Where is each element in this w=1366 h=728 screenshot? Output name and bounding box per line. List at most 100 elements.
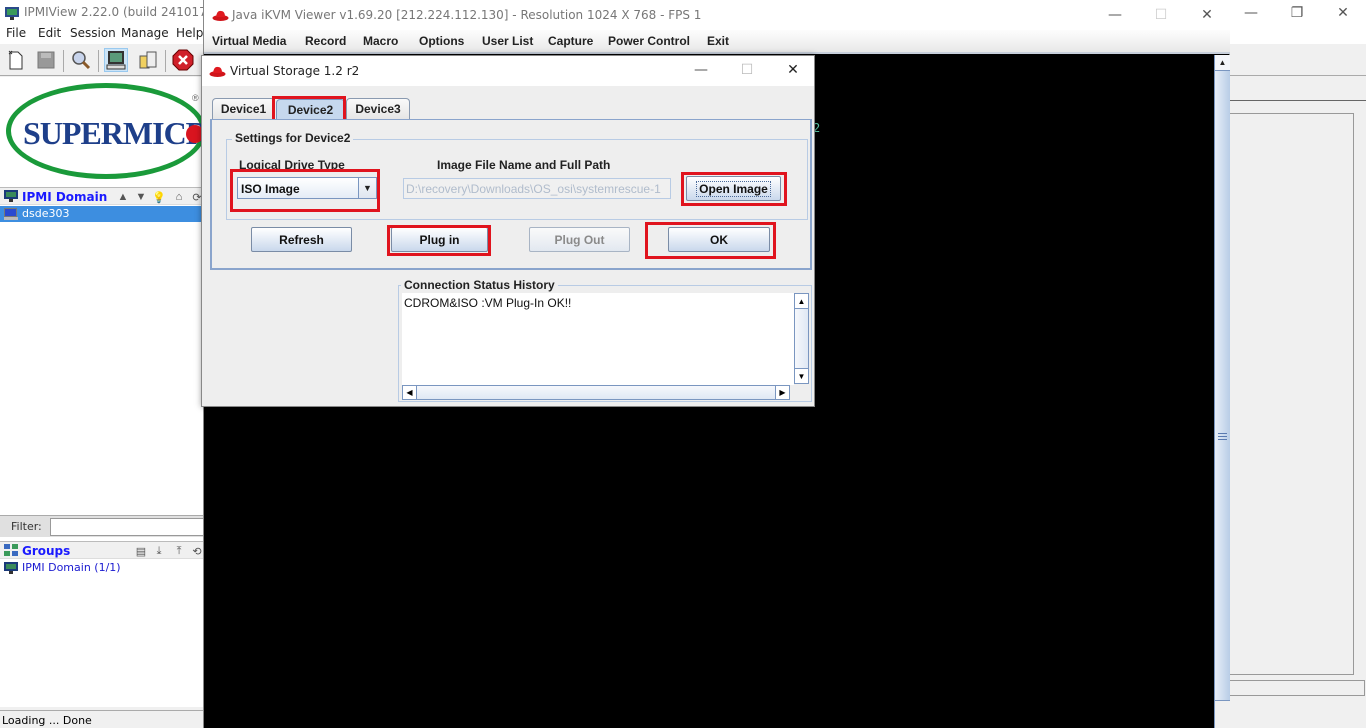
- menu-virtual-media[interactable]: Virtual Media: [212, 34, 286, 48]
- menu-macro[interactable]: Macro: [363, 34, 398, 48]
- plug-in-button[interactable]: Plug in: [391, 227, 488, 252]
- vs-minimize-button[interactable]: —: [678, 57, 724, 83]
- left-panel: SUPERMICR ® IPMI Domain ▲ ▼ 💡 ⌂ ⟳ dsde30…: [0, 77, 204, 707]
- tree-item-label: dsde303: [22, 207, 70, 220]
- registered-mark: ®: [192, 93, 199, 103]
- ikvm-maximize-button[interactable]: ☐: [1138, 2, 1184, 28]
- menu-exit[interactable]: Exit: [707, 34, 729, 48]
- menu-options[interactable]: Options: [419, 34, 464, 48]
- supermicro-logo: SUPERMICR ®: [2, 79, 202, 185]
- scroll-up-icon[interactable]: ▲: [1215, 55, 1230, 71]
- documents-button[interactable]: [136, 48, 160, 72]
- move-down-icon[interactable]: ▼: [134, 190, 148, 204]
- search-button[interactable]: [69, 48, 93, 72]
- scroll-up-icon[interactable]: ▲: [795, 294, 808, 309]
- export-icon[interactable]: ⤒: [172, 544, 186, 558]
- search-icon: [72, 51, 91, 70]
- status-history-line: CDROM&ISO :VM Plug-In OK!!: [404, 296, 572, 310]
- logical-drive-type-label: Logical Drive Type: [239, 158, 345, 172]
- image-path-label: Image File Name and Full Path: [437, 158, 611, 172]
- menu-help[interactable]: Help: [176, 26, 203, 40]
- ikvm-close-button[interactable]: ✕: [1184, 2, 1230, 28]
- refresh-button[interactable]: Refresh: [251, 227, 352, 252]
- toolbar-separator: [98, 50, 99, 72]
- save-button[interactable]: [34, 48, 58, 72]
- save-icon: [37, 51, 55, 69]
- new-document-icon: [8, 50, 23, 70]
- tab-device2[interactable]: Device2: [276, 99, 345, 119]
- new-group-icon[interactable]: ▤: [134, 544, 148, 558]
- filter-label: Filter:: [11, 520, 42, 533]
- ipmiview-app-icon: [5, 7, 19, 20]
- menu-record[interactable]: Record: [305, 34, 346, 48]
- java-hat-icon: [209, 66, 226, 77]
- chevron-down-icon[interactable]: ▼: [358, 178, 376, 198]
- virtual-storage-title-bar: Virtual Storage 1.2 r2 — ☐ ✕: [202, 56, 814, 86]
- scroll-grip-icon[interactable]: [1218, 433, 1227, 440]
- ipmiview-minimize-button[interactable]: —: [1228, 0, 1274, 26]
- ikvm-menubar: Virtual Media Record Macro Options User …: [204, 30, 1230, 54]
- import-icon[interactable]: ⤓: [152, 544, 166, 558]
- ikvm-title-bar: Java iKVM Viewer v1.69.20 [212.224.112.1…: [204, 0, 1230, 30]
- ikvm-minimize-button[interactable]: —: [1092, 2, 1138, 28]
- domain-icon: [4, 190, 18, 202]
- logical-drive-type-select[interactable]: ISO Image ▼: [237, 177, 377, 199]
- virtual-storage-title: Virtual Storage 1.2 r2: [230, 64, 360, 78]
- console-button[interactable]: [104, 48, 128, 72]
- ikvm-title: Java iKVM Viewer v1.69.20 [212.224.112.1…: [232, 8, 702, 22]
- ipmiview-close-button[interactable]: ✕: [1320, 0, 1366, 26]
- groups-header: Groups ▤ ⤓ ⤒ ⟲: [0, 541, 204, 559]
- toolbar-separator: [63, 50, 64, 72]
- sync-icon[interactable]: ⟲: [190, 544, 204, 558]
- scroll-left-icon[interactable]: ◀: [403, 386, 417, 399]
- tree-item-ipmi-domain[interactable]: IPMI Domain (1/1): [0, 560, 204, 576]
- java-hat-icon: [212, 10, 229, 21]
- server-icon: [4, 208, 18, 220]
- scroll-track-end: [1215, 700, 1230, 728]
- vs-close-button[interactable]: ✕: [770, 57, 816, 83]
- menu-power-control[interactable]: Power Control: [608, 34, 690, 48]
- menu-user-list[interactable]: User List: [482, 34, 533, 48]
- menu-edit[interactable]: Edit: [38, 26, 61, 40]
- menu-capture[interactable]: Capture: [548, 34, 593, 48]
- image-path-input[interactable]: [403, 178, 671, 199]
- ipmiview-restore-button[interactable]: ❐: [1274, 0, 1320, 26]
- scroll-right-icon[interactable]: ▶: [775, 386, 789, 399]
- status-bar: Loading ... Done: [0, 710, 204, 728]
- status-text: Loading ... Done: [2, 714, 92, 727]
- move-up-icon[interactable]: ▲: [116, 190, 130, 204]
- lightbulb-icon[interactable]: 💡: [152, 190, 166, 204]
- open-image-label: Open Image: [696, 180, 771, 197]
- connection-status-history[interactable]: CDROM&ISO :VM Plug-In OK!!: [402, 293, 794, 385]
- logo-dot: [186, 125, 202, 143]
- menu-manage[interactable]: Manage: [121, 26, 169, 40]
- selected-drive-type: ISO Image: [241, 182, 300, 196]
- stop-button[interactable]: [171, 48, 195, 72]
- scroll-down-icon[interactable]: ▼: [795, 368, 808, 383]
- settings-legend: Settings for Device2: [232, 131, 354, 145]
- filter-input[interactable]: [50, 518, 204, 536]
- groups-label: Groups: [22, 544, 71, 558]
- menu-file[interactable]: File: [6, 26, 26, 40]
- connection-status-legend: Connection Status History: [401, 278, 558, 292]
- tab-device1[interactable]: Device1: [212, 98, 275, 119]
- right-panel-frame: [1229, 113, 1354, 675]
- new-document-button[interactable]: [4, 48, 28, 72]
- right-panel: [1229, 100, 1366, 710]
- virtual-storage-dialog: Virtual Storage 1.2 r2 — ☐ ✕ Device1 Dev…: [201, 55, 815, 407]
- ipmi-domain-header: IPMI Domain ▲ ▼ 💡 ⌂ ⟳: [0, 187, 204, 205]
- logo-text: SUPERMICR: [23, 115, 202, 151]
- ipmi-domain-label: IPMI Domain: [22, 190, 108, 204]
- kvm-vertical-scrollbar[interactable]: ▲: [1214, 55, 1230, 728]
- open-image-button[interactable]: Open Image: [686, 176, 781, 201]
- status-vertical-scrollbar[interactable]: ▲ ▼: [794, 293, 809, 384]
- vs-maximize-button[interactable]: ☐: [724, 57, 770, 83]
- groups-icon: [4, 544, 18, 556]
- plug-out-button[interactable]: Plug Out: [529, 227, 630, 252]
- tab-device3[interactable]: Device3: [346, 98, 410, 119]
- status-horizontal-scrollbar[interactable]: ◀ ▶: [402, 385, 790, 400]
- menu-session[interactable]: Session: [70, 26, 116, 40]
- tree-item-dsde303[interactable]: dsde303: [0, 206, 204, 222]
- home-icon[interactable]: ⌂: [172, 190, 186, 204]
- ok-button[interactable]: OK: [668, 227, 770, 252]
